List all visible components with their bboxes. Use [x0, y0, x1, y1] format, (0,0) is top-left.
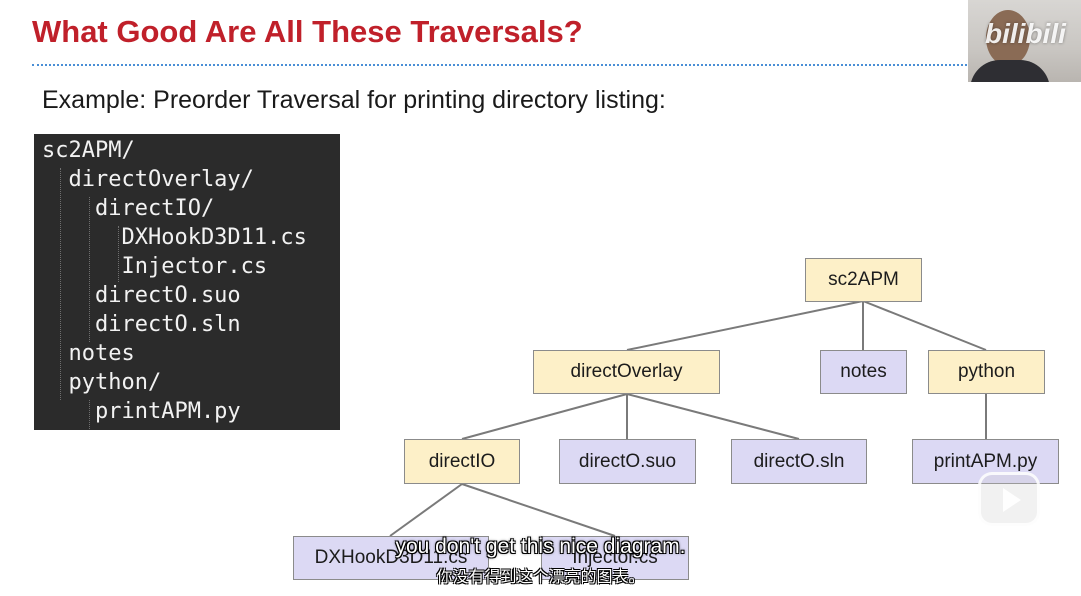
tree-node-directo-suo: directO.suo — [559, 439, 696, 484]
tree-node-directoverlay: directOverlay — [533, 350, 720, 394]
play-button[interactable] — [978, 472, 1040, 526]
edge — [461, 483, 616, 537]
tree-node-directio: directIO — [404, 439, 520, 484]
edge — [626, 393, 800, 440]
tree-node-directo-sln: directO.sln — [731, 439, 867, 484]
edge — [461, 393, 628, 440]
tree-node-python: python — [928, 350, 1045, 394]
tree-node-notes: notes — [820, 350, 907, 394]
subtitle-english: you don't get this nice diagram. — [395, 535, 686, 558]
edge — [862, 300, 987, 351]
play-icon — [1003, 488, 1021, 512]
subtitle-chinese: 你没有得到这个漂亮的图表。 — [436, 569, 645, 586]
edge — [389, 483, 463, 537]
bilibili-logo: bilibili — [985, 18, 1066, 49]
presenter-shirt — [970, 60, 1050, 82]
edge — [626, 300, 864, 351]
tree-node-sc2apm: sc2APM — [805, 258, 922, 302]
